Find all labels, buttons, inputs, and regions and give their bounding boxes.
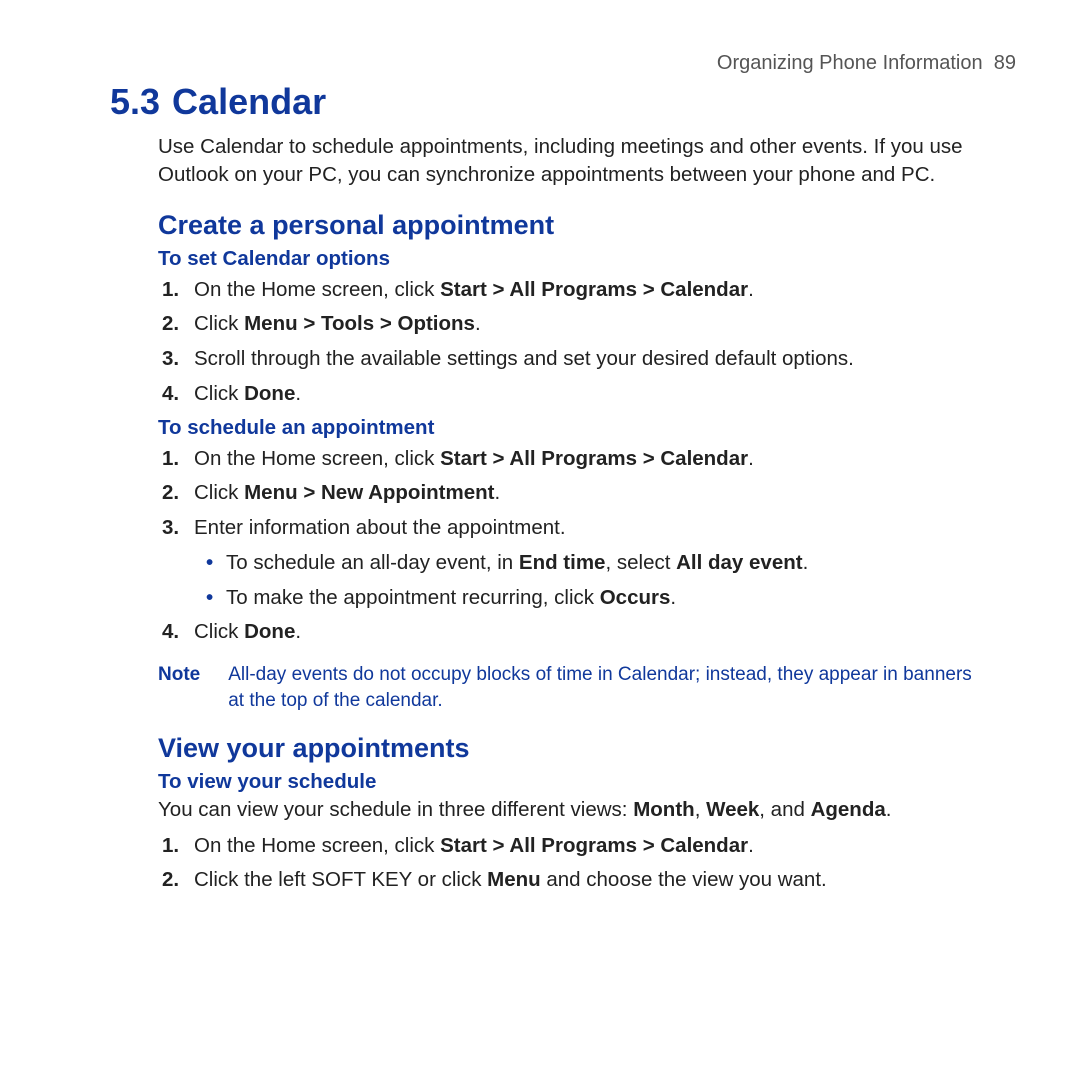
step-text: and choose the view you want. [541,868,827,891]
step-text: . [295,382,301,405]
step-text: On the Home screen, click [194,834,440,857]
step-text: . [748,278,754,301]
step-text: . [748,447,754,470]
step-bold: Start > All Programs > Calendar [440,834,748,857]
step-text: . [748,834,754,857]
step-text: On the Home screen, click [194,278,440,301]
step-bold: Done [244,620,295,643]
list-item: On the Home screen, click Start > All Pr… [188,275,1012,306]
intro-paragraph: Use Calendar to schedule appointments, i… [110,133,1020,190]
step-text: Click [194,620,244,643]
list-item: On the Home screen, click Start > All Pr… [188,444,1012,475]
step-text: Click [194,382,244,405]
step-text: . [494,481,500,504]
note-label: Note [158,662,200,713]
list-item: Enter information about the appointment.… [188,513,1012,613]
subhead-view: View your appointments [110,733,1020,764]
steps-schedule: On the Home screen, click Start > All Pr… [110,444,1020,649]
step-text: Enter information about the appointment. [194,516,566,539]
step-text: . [803,551,809,574]
step-bold: Done [244,382,295,405]
step-bold: Agenda [811,798,886,821]
steps-set-options: On the Home screen, click Start > All Pr… [110,275,1020,410]
steps-view: On the Home screen, click Start > All Pr… [110,831,1020,897]
list-item: Click Menu > New Appointment. [188,478,1012,509]
step-bold: Menu > Tools > Options [244,312,475,335]
runhead-title: Organizing Phone Information [717,52,983,74]
subsubhead-view: To view your schedule [110,770,1020,794]
step-text: To schedule an all-day event, in [226,551,519,574]
step-bold: Week [706,798,759,821]
step-bold: End time [519,551,606,574]
note: Note All-day events do not occupy blocks… [110,662,1020,713]
step-text: , [695,798,706,821]
step-text: Click the left SOFT KEY or click [194,868,487,891]
page: Organizing Phone Information 89 5.3 Calen… [0,0,1080,940]
step-bold: Start > All Programs > Calendar [440,278,748,301]
step-text: , and [759,798,810,821]
note-text: All-day events do not occupy blocks of t… [228,662,990,713]
list-item: To make the appointment recurring, click… [226,583,1012,614]
page-number: 89 [994,52,1016,74]
subsubhead-schedule: To schedule an appointment [110,416,1020,440]
subhead-create: Create a personal appointment [110,210,1020,241]
list-item: Click the left SOFT KEY or click Menu an… [188,865,1012,896]
view-intro: You can view your schedule in three diff… [110,796,1020,824]
list-item: Scroll through the available settings an… [188,344,1012,375]
step-text: Click [194,481,244,504]
list-item: Click Done. [188,379,1012,410]
step-bold: Start > All Programs > Calendar [440,447,748,470]
list-item: On the Home screen, click Start > All Pr… [188,831,1012,862]
step-text: . [475,312,481,335]
step-text: . [295,620,301,643]
step-text: To make the appointment recurring, click [226,586,600,609]
section-heading: 5.3 Calendar [110,81,1020,123]
step-bold: Menu [487,868,541,891]
step-bold: Menu > New Appointment [244,481,494,504]
step-text: . [886,798,892,821]
section-number: 5.3 [110,81,160,122]
list-item: To schedule an all-day event, in End tim… [226,548,1012,579]
step-text: Click [194,312,244,335]
sub-bullets: To schedule an all-day event, in End tim… [194,548,1012,614]
list-item: Click Menu > Tools > Options. [188,309,1012,340]
step-text: , select [605,551,676,574]
step-bold: Occurs [600,586,671,609]
section-title: Calendar [172,81,326,122]
step-text: You can view your schedule in three diff… [158,798,633,821]
subsubhead-set-options: To set Calendar options [110,247,1020,271]
step-text: . [670,586,676,609]
step-bold: Month [633,798,694,821]
step-text: On the Home screen, click [194,447,440,470]
list-item: Click Done. [188,617,1012,648]
step-bold: All day event [676,551,802,574]
running-header: Organizing Phone Information 89 [110,52,1020,75]
